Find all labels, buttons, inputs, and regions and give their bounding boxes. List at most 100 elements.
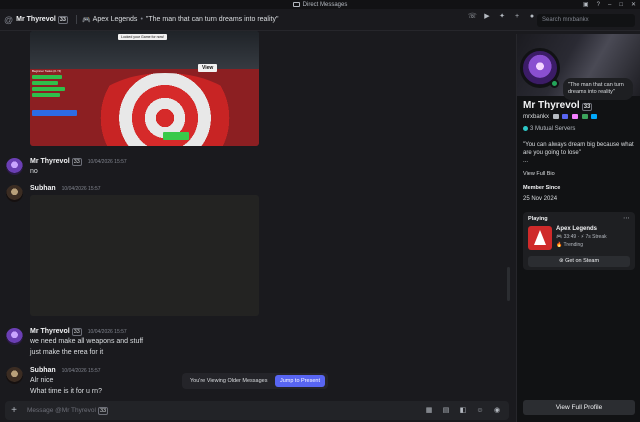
hud-bar — [32, 81, 58, 85]
search-input[interactable]: Search mrxbankx — [537, 14, 635, 27]
message-input[interactable]: Message @Mr Thyrevol 33 — [27, 406, 425, 415]
message-header: Subhan 10/04/2026 15:57 — [30, 185, 101, 192]
activity-card: Playing ⋯ Apex Legends 🎮 33:49 · ⚡ 7s St… — [523, 212, 635, 270]
activity-label: Playing — [528, 216, 548, 222]
message-timestamp: 10/04/2026 15:57 — [61, 368, 101, 374]
message-timestamp: 10/04/2026 15:57 — [61, 186, 101, 192]
profile-panel: "The man that can turn dreams into reali… — [516, 34, 640, 422]
avatar[interactable] — [6, 328, 23, 345]
profile-badge-icon[interactable] — [572, 114, 579, 119]
custom-status-bubble: "The man that can turn dreams into reali… — [563, 78, 633, 100]
minimize-icon[interactable]: – — [608, 2, 611, 8]
maximize-icon[interactable]: □ — [619, 2, 623, 8]
video-call-icon[interactable]: ▶ — [483, 13, 491, 21]
message-header: Mr Thyrevol 33 10/04/2026 15:57 — [30, 328, 127, 336]
game-name: Apex Legends — [556, 226, 598, 232]
online-status-indicator — [550, 79, 559, 88]
window-titlebar: Direct Messages ▣ ? – □ ✕ — [0, 0, 640, 9]
header-custom-status: "The man that can turn dreams into reali… — [145, 16, 279, 23]
hud-bar — [32, 93, 60, 97]
blurred-media-attachment[interactable] — [30, 195, 259, 316]
profile-badge-icon[interactable] — [552, 114, 559, 119]
header-toolbar: ☏ ▶ ✦ + ● — [468, 13, 536, 21]
attachment-blue-bar — [32, 110, 77, 116]
message-text: no — [30, 168, 38, 175]
server-tag-badge: 33 — [97, 406, 109, 415]
voice-call-icon[interactable]: ☏ — [468, 13, 477, 21]
message-author[interactable]: Mr Thyrevol — [30, 158, 70, 165]
avatar[interactable] — [6, 158, 23, 175]
attachment-hud-title: Beginner Tasks (0 / 5) — [32, 69, 62, 73]
pinned-messages-icon[interactable]: ✦ — [498, 13, 506, 21]
message-header: Mr Thyrevol 33 10/04/2026 15:57 — [30, 158, 127, 166]
message-text: we need make all weapons and stuff — [30, 338, 144, 345]
more-options-icon[interactable]: ⋯ — [623, 214, 630, 222]
window-title: Direct Messages — [302, 1, 348, 8]
mutual-servers-link[interactable]: 3 Mutual Servers — [523, 126, 575, 132]
server-tag-badge: 33 — [581, 103, 593, 111]
profile-badge-icon[interactable] — [581, 114, 588, 119]
server-tag-badge: 33 — [71, 158, 82, 166]
message-text: What time is it for u rn? — [30, 388, 102, 395]
avatar[interactable] — [6, 367, 23, 384]
server-icon — [523, 126, 528, 131]
chat-scrollbar[interactable] — [507, 267, 510, 301]
message-text: just make the erea for it — [30, 349, 104, 356]
apex-legends-icon — [528, 226, 552, 250]
avatar[interactable] — [6, 185, 23, 202]
attachment-view-label: View — [198, 64, 218, 72]
message-author[interactable]: Subhan — [30, 185, 56, 192]
get-on-steam-button[interactable]: ⊛ Get on Steam — [528, 256, 630, 267]
profile-bio: "You can always dream big because what a… — [523, 142, 634, 164]
add-friends-icon[interactable]: + — [513, 13, 521, 21]
composer-toolbar: ▦ ▤ ◧ ☺ ◉ — [425, 407, 501, 415]
message-timestamp: 10/04/2026 15:57 — [87, 159, 127, 165]
apps-icon[interactable]: ◉ — [493, 407, 501, 415]
message-header: Subhan 10/04/2026 15:57 — [30, 367, 101, 374]
attachment-green-button — [163, 132, 189, 140]
profile-username: mrxbankx — [523, 114, 598, 120]
help-icon[interactable]: ? — [597, 2, 600, 8]
profile-bio-extra: ... — [523, 158, 529, 164]
older-messages-bar: You're Viewing Older Messages Jump to Pr… — [182, 373, 328, 389]
member-since-value: 25 Nov 2024 — [523, 196, 558, 202]
header-divider — [75, 15, 77, 24]
inbox-icon[interactable]: ▣ — [583, 1, 589, 8]
close-icon[interactable]: ✕ — [631, 1, 636, 8]
attachment-hud: Beginner Tasks (0 / 5) — [32, 69, 72, 115]
profile-badge-icon[interactable] — [562, 114, 569, 119]
dm-icon — [292, 2, 300, 7]
profile-badge-icon[interactable] — [591, 114, 598, 119]
emoji-icon[interactable]: ☺ — [476, 407, 484, 415]
at-icon: @ — [4, 14, 14, 25]
add-attachment-icon[interactable]: + — [5, 405, 23, 416]
sticker-icon[interactable]: ◧ — [459, 407, 467, 415]
hud-bar — [32, 75, 62, 79]
game-screenshot-attachment[interactable]: Locked your Game for now! View Beginner … — [30, 31, 259, 146]
view-full-bio-link[interactable]: View Full Bio — [523, 171, 555, 177]
message-text: Alr nice — [30, 377, 54, 384]
server-tag-badge: 33 — [71, 328, 82, 336]
message-timestamp: 10/04/2026 15:57 — [87, 329, 127, 335]
gif-icon[interactable]: ▤ — [442, 407, 450, 415]
hud-bar — [32, 87, 65, 91]
message-author[interactable]: Mr Thyrevol — [30, 328, 70, 335]
header-username[interactable]: Mr Thyrevol 33 — [16, 15, 68, 24]
view-full-profile-button[interactable]: View Full Profile — [523, 400, 635, 415]
member-since-label: Member Since — [523, 185, 561, 191]
jump-to-present-button[interactable]: Jump to Present — [274, 375, 325, 387]
server-tag-badge: 33 — [57, 15, 68, 24]
game-trending: 🔥 Trending — [556, 242, 584, 248]
older-messages-text: You're Viewing Older Messages — [190, 378, 268, 384]
chat-area: Locked your Game for now! View Beginner … — [0, 31, 513, 397]
user-profile-icon[interactable]: ● — [528, 13, 536, 21]
message-author[interactable]: Subhan — [30, 367, 56, 374]
window-controls: ▣ ? – □ ✕ — [583, 0, 636, 9]
message-composer[interactable]: + Message @Mr Thyrevol 33 ▦ ▤ ◧ ☺ ◉ — [5, 401, 509, 420]
attachment-top-label: Locked your Game for now! — [118, 34, 167, 40]
header-activity: Apex Legends — [92, 16, 138, 23]
gift-icon[interactable]: ▦ — [425, 407, 433, 415]
gamepad-icon: 🎮 — [81, 16, 91, 24]
header-dot-separator: • — [140, 16, 143, 23]
game-stats: 🎮 33:49 · ⚡ 7s Streak — [556, 234, 607, 240]
